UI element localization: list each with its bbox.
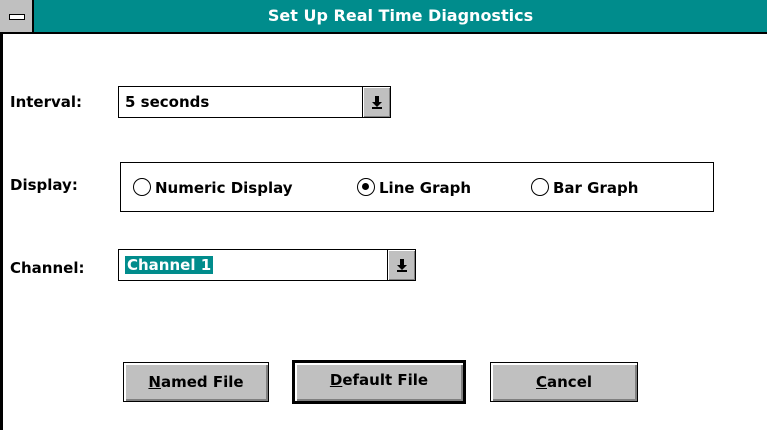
- channel-value: Channel 1: [125, 256, 214, 274]
- dialog-window: Set Up Real Time Diagnostics Interval: 5…: [0, 0, 767, 430]
- display-radio-group: Numeric Display Line Graph Bar Graph: [120, 162, 714, 212]
- window-title: Set Up Real Time Diagnostics: [267, 6, 534, 25]
- dropdown-arrow-icon[interactable]: [362, 87, 390, 117]
- title-bar: Set Up Real Time Diagnostics: [0, 0, 767, 34]
- default-file-button[interactable]: Default File: [292, 360, 466, 404]
- interval-label: Interval:: [10, 93, 83, 111]
- named-file-button[interactable]: Named File: [123, 362, 269, 402]
- system-menu-icon[interactable]: [0, 0, 34, 32]
- dropdown-arrow-icon[interactable]: [387, 250, 415, 280]
- interval-value: 5 seconds: [125, 93, 210, 111]
- radio-bar-graph-label: Bar Graph: [553, 179, 639, 197]
- radio-circle-checked-icon: [357, 178, 375, 196]
- radio-circle-icon: [531, 178, 549, 196]
- interval-dropdown[interactable]: 5 seconds: [118, 86, 391, 118]
- window-border: [0, 34, 3, 430]
- channel-label: Channel:: [10, 259, 85, 277]
- radio-line-graph-label: Line Graph: [379, 179, 472, 197]
- radio-numeric-display-label: Numeric Display: [155, 179, 293, 197]
- channel-dropdown[interactable]: Channel 1: [118, 249, 416, 281]
- cancel-button[interactable]: Cancel: [490, 362, 638, 402]
- radio-circle-icon: [133, 178, 151, 196]
- display-label: Display:: [10, 176, 78, 194]
